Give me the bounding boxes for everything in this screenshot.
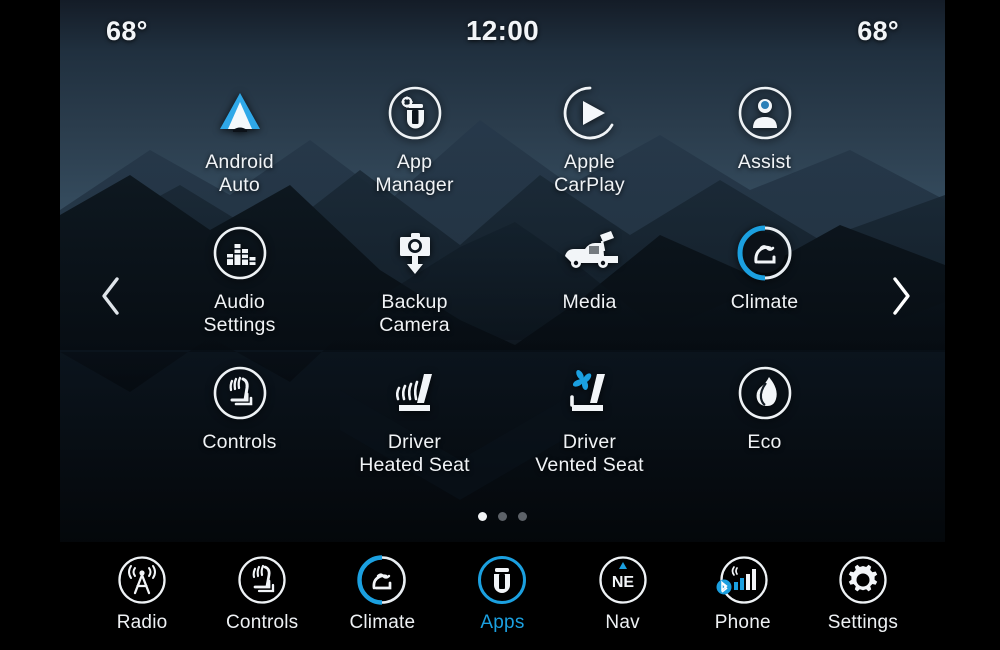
app-label: Driver Vented Seat bbox=[535, 431, 644, 476]
app-manager-icon bbox=[384, 82, 446, 144]
eco-leaf-icon bbox=[734, 362, 796, 424]
dock-label: Phone bbox=[714, 612, 771, 633]
phone-signal-icon bbox=[715, 552, 771, 608]
page-dot-3[interactable] bbox=[518, 512, 527, 521]
dock-item-controls[interactable]: Controls bbox=[208, 552, 316, 634]
app-label: Eco bbox=[747, 431, 782, 453]
bottom-dock: Radio Controls Climate Apps NE Nav Phone… bbox=[60, 542, 945, 650]
audio-settings-icon bbox=[209, 222, 271, 284]
dock-item-nav[interactable]: NE Nav bbox=[569, 552, 677, 634]
apple-carplay-icon bbox=[559, 82, 621, 144]
next-page-button[interactable] bbox=[880, 272, 922, 320]
controls-icon bbox=[209, 362, 271, 424]
climate-icon bbox=[734, 222, 796, 284]
status-bar: 68° 12:00 68° bbox=[60, 0, 945, 62]
app-tile-driver-heated-seat[interactable]: Driver Heated Seat bbox=[327, 358, 502, 498]
uconnect-u-icon bbox=[474, 552, 530, 608]
left-temperature: 68° bbox=[106, 15, 148, 46]
climate-icon bbox=[354, 552, 410, 608]
app-tile-audio-settings[interactable]: Audio Settings bbox=[152, 218, 327, 358]
dock-label: Apps bbox=[480, 612, 525, 633]
app-label: Driver Heated Seat bbox=[359, 431, 470, 476]
clock: 12:00 bbox=[465, 15, 540, 46]
dock-label: Climate bbox=[349, 612, 416, 633]
backup-camera-icon bbox=[384, 222, 446, 284]
right-temperature: 68° bbox=[857, 15, 899, 46]
dock-item-settings[interactable]: Settings bbox=[809, 552, 917, 634]
compass-ne-icon: NE bbox=[595, 552, 651, 608]
dock-label: Nav bbox=[605, 612, 640, 633]
dock-item-apps[interactable]: Apps bbox=[448, 552, 556, 634]
page-dot-1[interactable] bbox=[478, 512, 487, 521]
dock-label: Settings bbox=[827, 612, 899, 633]
app-label: Audio Settings bbox=[203, 291, 276, 336]
infotainment-screenshot: 68° 12:00 68° Android Auto App Manager A… bbox=[0, 0, 1000, 650]
app-tile-eco[interactable]: Eco bbox=[677, 358, 852, 498]
page-indicator bbox=[60, 512, 945, 521]
chevron-right-icon bbox=[893, 277, 910, 315]
app-tile-backup-camera[interactable]: Backup Camera bbox=[327, 218, 502, 358]
app-label: Controls bbox=[202, 431, 277, 453]
app-tile-controls[interactable]: Controls bbox=[152, 358, 327, 498]
app-label: Climate bbox=[730, 291, 799, 313]
dock-label: Controls bbox=[226, 612, 299, 633]
dock-item-phone[interactable]: Phone bbox=[689, 552, 797, 634]
assist-icon bbox=[734, 82, 796, 144]
app-label: Apple CarPlay bbox=[554, 151, 625, 196]
dock-item-radio[interactable]: Radio bbox=[88, 552, 196, 634]
chevron-left-icon bbox=[102, 277, 119, 315]
svg-text:NE: NE bbox=[612, 574, 635, 591]
app-tile-app-manager[interactable]: App Manager bbox=[327, 78, 502, 218]
app-label: Android Auto bbox=[205, 151, 274, 196]
app-tile-android-auto[interactable]: Android Auto bbox=[152, 78, 327, 218]
infotainment-display: 68° 12:00 68° Android Auto App Manager A… bbox=[60, 0, 945, 650]
vented-seat-icon bbox=[559, 362, 621, 424]
dock-label: Radio bbox=[116, 612, 168, 633]
app-label: Assist bbox=[737, 151, 792, 173]
android-auto-icon bbox=[209, 82, 271, 144]
app-label: Backup Camera bbox=[379, 291, 450, 336]
page-dot-2[interactable] bbox=[498, 512, 507, 521]
app-tile-climate[interactable]: Climate bbox=[677, 218, 852, 358]
app-tile-media[interactable]: Media bbox=[502, 218, 677, 358]
radio-tower-icon bbox=[114, 552, 170, 608]
app-label: Media bbox=[562, 291, 617, 313]
dock-item-climate[interactable]: Climate bbox=[328, 552, 436, 634]
app-tile-driver-vented-seat[interactable]: Driver Vented Seat bbox=[502, 358, 677, 498]
app-tile-apple-carplay[interactable]: Apple CarPlay bbox=[502, 78, 677, 218]
media-truck-icon bbox=[559, 222, 621, 284]
app-grid: Android Auto App Manager Apple CarPlay A… bbox=[152, 78, 852, 498]
gear-icon bbox=[835, 552, 891, 608]
controls-icon bbox=[234, 552, 290, 608]
app-tile-assist[interactable]: Assist bbox=[677, 78, 852, 218]
app-label: App Manager bbox=[375, 151, 454, 196]
heated-seat-icon bbox=[384, 362, 446, 424]
previous-page-button[interactable] bbox=[90, 272, 132, 320]
